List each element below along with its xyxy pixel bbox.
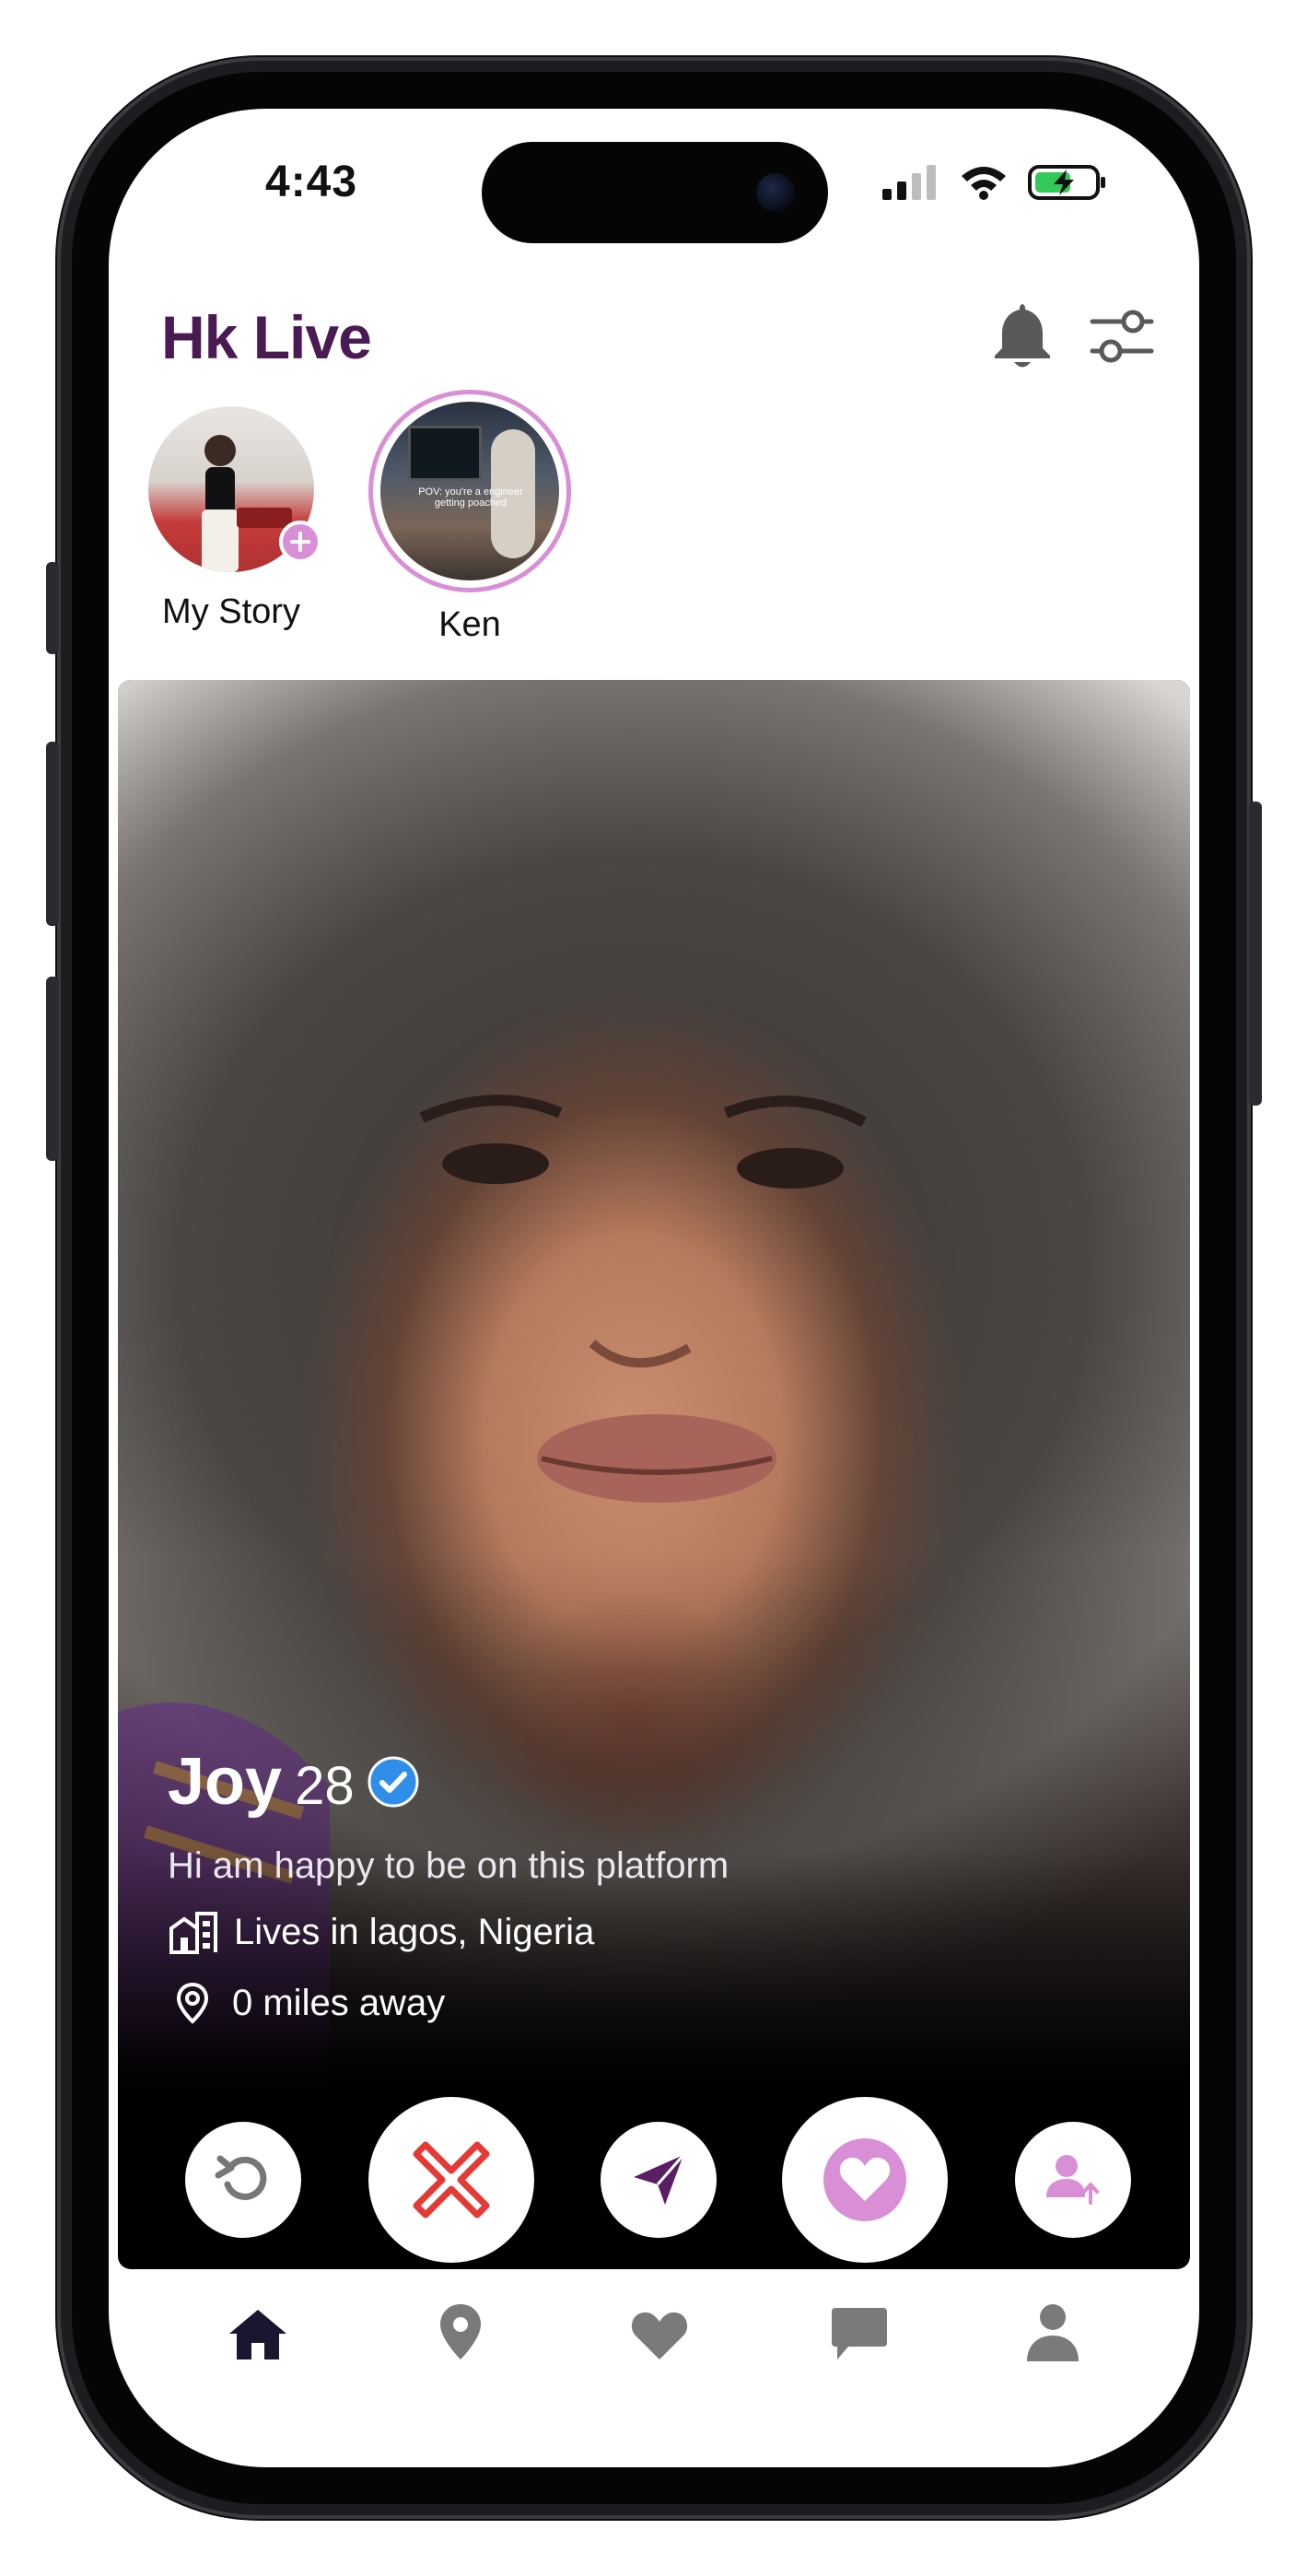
location-pin-icon[interactable] (437, 2302, 484, 2361)
volume-up-button (46, 742, 59, 926)
profile-distance-row: 0 miles away (175, 1981, 445, 2025)
story-ring: POV: you're a engineer getting poached (368, 390, 571, 592)
boost-profile-icon (1046, 2155, 1099, 2205)
like-heart-icon (823, 2138, 906, 2221)
home-icon[interactable] (228, 2306, 288, 2361)
cellular-signal-icon (882, 165, 936, 200)
boost-profile-button[interactable] (1015, 2122, 1131, 2238)
undo-button[interactable] (185, 2122, 301, 2238)
dislike-x-icon (413, 2141, 490, 2219)
heart-icon[interactable] (629, 2308, 690, 2361)
action-bar (118, 2090, 1190, 2269)
profile-distance: 0 miles away (232, 1982, 446, 2023)
wifi-icon (962, 167, 1006, 200)
dynamic-island (482, 142, 828, 243)
verified-badge-icon (368, 1756, 419, 1808)
story-label: My Story (162, 592, 300, 631)
story-ken[interactable]: POV: you're a engineer getting poached K… (368, 390, 571, 645)
map-pin-outline-icon (176, 1982, 209, 2024)
status-time: 4:43 (265, 158, 358, 206)
profile-bio: Hi am happy to be on this platform (168, 1845, 729, 1886)
like-button[interactable] (782, 2097, 948, 2263)
add-story-badge[interactable] (279, 521, 321, 563)
bell-icon[interactable] (991, 300, 1054, 370)
city-building-icon (169, 1912, 217, 1954)
profile-name-row: Joy 28 (168, 1744, 419, 1820)
app-title: Hk Live (161, 303, 372, 371)
ken-thumb-caption: POV: you're a engineer getting poached (418, 486, 523, 509)
bottom-tab-bar (109, 2269, 1199, 2380)
profile-name: Joy (168, 1745, 283, 1819)
dislike-button[interactable] (368, 2097, 534, 2263)
undo-icon (215, 2155, 267, 2200)
front-camera (756, 173, 795, 212)
app-screen: 4:43 Hk Live My Story POV: you're a engi… (109, 109, 1199, 2467)
profile-age: 28 (295, 1756, 355, 1816)
send-icon (634, 2154, 685, 2205)
story-my-story[interactable]: My Story (148, 406, 321, 632)
profile-icon[interactable] (1025, 2302, 1080, 2363)
plus-icon (290, 532, 310, 552)
power-button (1249, 802, 1262, 1106)
profile-location: Lives in lagos, Nigeria (234, 1911, 595, 1952)
ken-story-thumbnail: POV: you're a engineer getting poached (380, 402, 559, 580)
filter-sliders-icon[interactable] (1089, 306, 1155, 367)
chat-icon[interactable] (830, 2304, 889, 2363)
volume-down-button (46, 977, 59, 1161)
mute-switch (46, 562, 59, 654)
thumb-monitor (408, 426, 482, 481)
story-label: Ken (438, 605, 501, 644)
status-indicators (882, 164, 1107, 201)
profile-card[interactable]: Joy 28 Hi am happy to be on this platfor… (118, 680, 1190, 2269)
battery-charging-icon (1028, 165, 1105, 200)
profile-location-row: Lives in lagos, Nigeria (168, 1910, 594, 1954)
send-message-button[interactable] (601, 2122, 717, 2238)
